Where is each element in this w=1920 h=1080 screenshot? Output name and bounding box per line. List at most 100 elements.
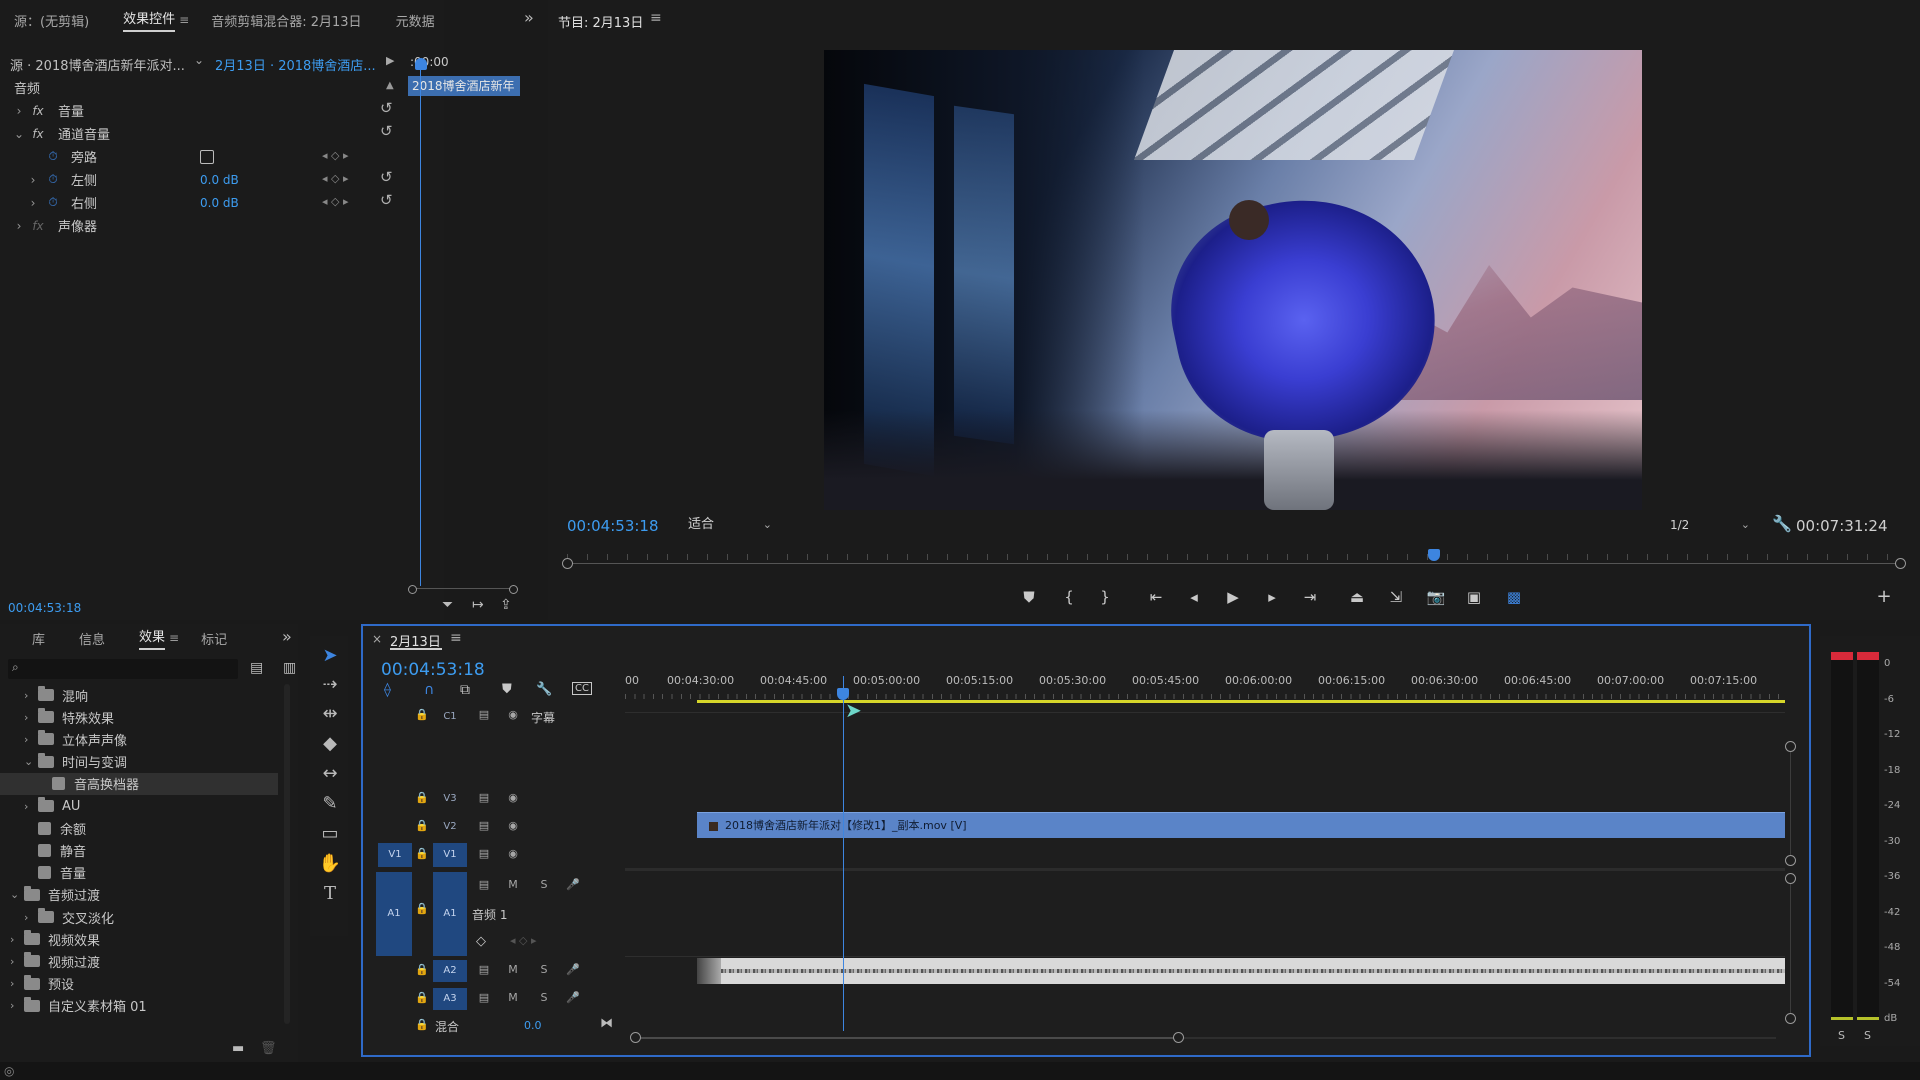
camera-icon[interactable]: 📷 <box>1425 586 1447 608</box>
track-v3-label[interactable]: V3 <box>435 788 465 810</box>
expand-icon[interactable]: › <box>24 689 38 702</box>
solo-button[interactable]: S <box>534 963 554 976</box>
vr-toggle-icon[interactable]: ▩ <box>1503 586 1525 608</box>
keyframe-icon[interactable]: ◇ <box>476 934 486 949</box>
reset-icon[interactable]: ↺ <box>380 122 393 140</box>
track-v2-label[interactable]: V2 <box>435 816 465 838</box>
eye-icon[interactable]: ◉ <box>503 819 523 832</box>
track-a3-label[interactable]: A3 <box>433 988 467 1010</box>
sync-lock-icon[interactable]: ▤ <box>474 708 494 721</box>
new-folder-icon[interactable]: ▬ <box>232 1041 244 1056</box>
ec-param-bypass[interactable]: ⏱ 旁路 <box>45 145 405 168</box>
effects-tree-item[interactable]: 静音 <box>0 839 278 861</box>
expand-icon[interactable]: › <box>26 173 40 187</box>
new-bin-icon-2[interactable]: ▥ <box>283 660 296 676</box>
collapse-icon[interactable]: ⌄ <box>12 127 26 141</box>
menu-icon[interactable]: ≡ <box>450 630 462 646</box>
snap-icon[interactable]: ∩ <box>424 682 434 698</box>
track-c1-label[interactable]: C1 <box>435 706 465 728</box>
status-icon[interactable]: ◎ <box>4 1064 14 1078</box>
scroll-up-icon[interactable]: ▲ <box>386 80 394 91</box>
eye-icon[interactable]: ◉ <box>503 708 523 721</box>
sync-lock-icon[interactable]: ▤ <box>474 791 494 804</box>
fx-icon[interactable]: fx <box>26 127 50 141</box>
tab-effect-controls[interactable]: 效果控件 <box>123 8 176 32</box>
fit-dropdown[interactable]: 适合 ⌄ <box>688 514 776 536</box>
ec-zoom-scrollbar[interactable] <box>408 585 518 594</box>
program-timecode[interactable]: 00:04:53:18 <box>567 517 659 535</box>
expand-icon[interactable]: › <box>10 933 24 946</box>
expand-icon[interactable]: › <box>10 955 24 968</box>
video-scroll-bottom[interactable] <box>1785 855 1796 866</box>
left-value[interactable]: 0.0 dB <box>200 173 239 187</box>
export-icon[interactable]: ⇪ <box>500 597 512 613</box>
audio-clip[interactable] <box>697 958 1785 984</box>
program-title[interactable]: 节目: 2月13日 <box>558 12 643 31</box>
effects-tree-item[interactable]: › 交叉淡化 <box>0 906 278 928</box>
lift-icon[interactable]: ⏏ <box>1346 586 1368 608</box>
tab-markers[interactable]: 标记 <box>201 629 227 648</box>
effects-tree-item[interactable]: › 立体声声像 <box>0 728 278 750</box>
mark-out-icon[interactable]: } <box>1094 586 1116 608</box>
sync-lock-icon[interactable]: ▤ <box>474 878 494 891</box>
effects-tree-item[interactable]: ⌄ 音频过渡 <box>0 884 278 906</box>
mark-in-icon[interactable]: { <box>1058 586 1080 608</box>
linked-selection-icon[interactable]: ⧉ <box>460 682 470 698</box>
video-scroll-top[interactable] <box>1785 741 1796 752</box>
solo-button[interactable]: S <box>534 878 554 891</box>
track-a2-label[interactable]: A2 <box>433 960 467 982</box>
menu-icon[interactable]: ≡ <box>650 10 662 26</box>
type-tool-icon[interactable]: T <box>318 882 342 906</box>
effects-tree-item[interactable]: ⌄ 时间与变调 <box>0 751 278 773</box>
lock-icon[interactable]: 🔒 <box>412 708 432 721</box>
lock-icon[interactable]: 🔒 <box>412 991 432 1004</box>
solo-right-button[interactable]: S <box>1864 1029 1871 1042</box>
razor-tool-icon[interactable]: ◆ <box>318 732 342 756</box>
hand-tool-icon[interactable]: ✋ <box>318 852 342 876</box>
eye-icon[interactable]: ◉ <box>503 847 523 860</box>
lock-icon[interactable]: 🔒 <box>412 1018 432 1031</box>
add-marker-icon[interactable]: ⛊ <box>1018 586 1040 608</box>
menu-icon[interactable]: ≡ <box>179 13 189 27</box>
expand-icon[interactable]: › <box>24 911 38 924</box>
sync-lock-icon[interactable]: ▤ <box>474 819 494 832</box>
expand-icon[interactable]: › <box>26 196 40 210</box>
resolution-dropdown[interactable]: 1/2 ⌄ <box>1670 514 1754 536</box>
lock-icon[interactable]: 🔒 <box>412 791 432 804</box>
mix-value[interactable]: 0.0 <box>524 1019 542 1032</box>
play-only-icon[interactable]: ▶ <box>386 54 394 67</box>
add-marker-icon[interactable]: ⛊ <box>502 682 512 697</box>
ripple-edit-tool-icon[interactable]: ⇹ <box>318 702 342 726</box>
panel-overflow-icon[interactable]: » <box>524 8 534 27</box>
source-v1-patch[interactable]: V1 <box>378 843 412 867</box>
track-a1-label[interactable]: A1 <box>433 872 467 956</box>
solo-left-button[interactable]: S <box>1838 1029 1845 1042</box>
effects-tree-item[interactable]: 音量 <box>0 862 278 884</box>
collapse-icon[interactable]: ⌄ <box>10 888 24 901</box>
close-icon[interactable]: × <box>372 632 382 646</box>
ripple-icon[interactable]: ↦ <box>472 597 484 613</box>
program-video-frame[interactable] <box>824 50 1642 510</box>
tab-effects[interactable]: 效果 <box>139 626 166 650</box>
tab-audio-clip-mixer[interactable]: 音频剪辑混合器: 2月13日 <box>211 11 361 30</box>
program-time-ruler[interactable] <box>562 549 1906 571</box>
filter-icon[interactable]: ⏷ <box>442 597 453 613</box>
tab-library[interactable]: 库 <box>32 629 45 648</box>
expand-icon[interactable]: › <box>10 999 24 1012</box>
sync-lock-icon[interactable]: ▤ <box>474 991 494 1004</box>
add-button-icon[interactable]: + <box>1873 586 1895 608</box>
effects-tree-item[interactable]: › 视频过渡 <box>0 950 278 972</box>
stopwatch-icon[interactable]: ⏱ <box>45 149 61 164</box>
effects-scrollbar[interactable] <box>284 684 290 1024</box>
timeline-timecode[interactable]: 00:04:53:18 <box>381 660 485 680</box>
rectangle-tool-icon[interactable]: ▭ <box>318 822 342 846</box>
tab-source[interactable]: 源：(无剪辑) <box>14 11 89 30</box>
audio-scroll-top[interactable] <box>1785 873 1796 884</box>
ec-effect-channel-volume[interactable]: ⌄ fx 通道音量 <box>12 122 402 145</box>
ec-timecode[interactable]: 00:04:53:18 <box>8 601 81 615</box>
slip-tool-icon[interactable]: ↔ <box>318 762 342 786</box>
extract-icon[interactable]: ⇲ <box>1385 586 1407 608</box>
expand-icon[interactable]: › <box>10 977 24 990</box>
keyframe-nav-icon[interactable]: ◂ ◇ ▸ <box>510 934 537 947</box>
step-back-icon[interactable]: ◂ <box>1183 586 1205 608</box>
